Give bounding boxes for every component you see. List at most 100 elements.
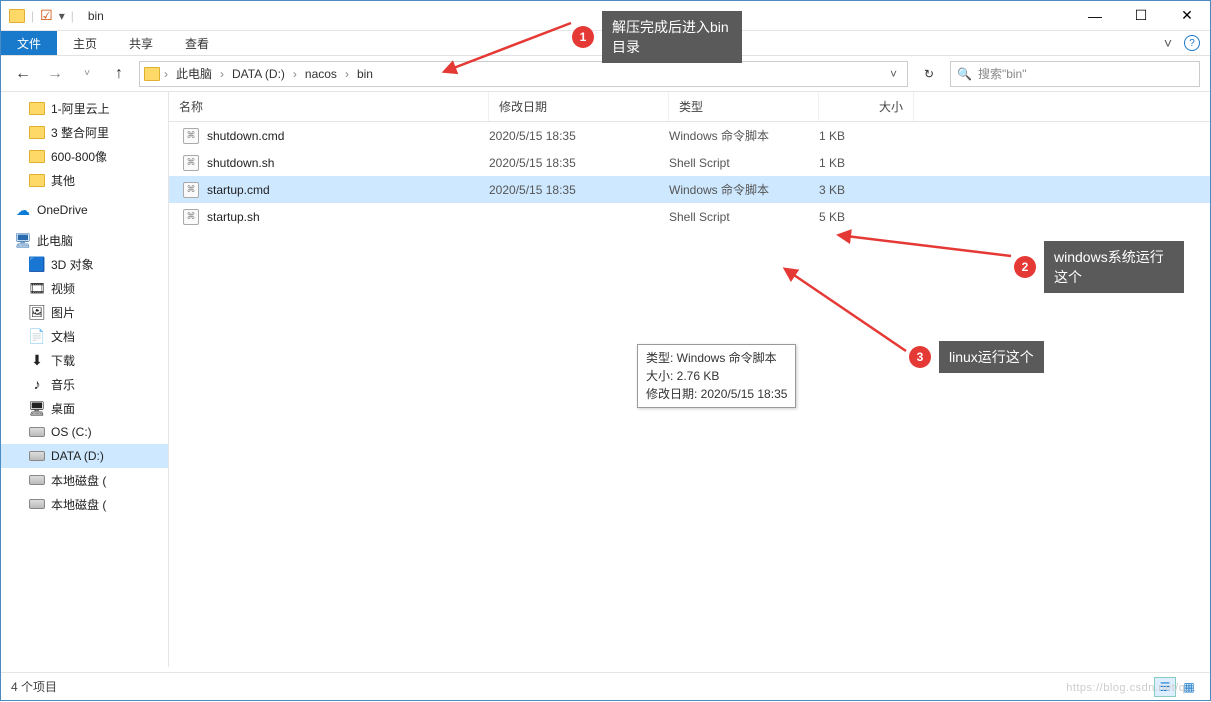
annotation-label: linux运行这个 [939,341,1044,373]
table-row[interactable]: ⌘shutdown.cmd2020/5/15 18:35Windows 命令脚本… [169,122,1210,149]
column-type[interactable]: 类型 [669,92,819,121]
column-name[interactable]: 名称 [169,92,489,121]
search-box[interactable]: 🔍 [950,61,1200,87]
sidebar-item[interactable]: DATA (D:) [1,444,168,468]
sidebar-item[interactable]: 🖼图片 [1,300,168,324]
file-date: 2020/5/15 18:35 [489,156,669,170]
sidebar-item[interactable]: 其他 [1,168,168,192]
back-button[interactable]: ← [11,62,35,86]
sidebar-item-label: 下载 [51,352,75,369]
sidebar-item-label: OS (C:) [51,425,92,439]
file-date: 2020/5/15 18:35 [489,129,669,143]
sidebar-item[interactable]: 3 整合阿里 [1,120,168,144]
annotation-3: 3 linux运行这个 [909,341,1044,373]
file-size: 3 KB [819,183,914,197]
annotation-label: windows系统运行这个 [1044,241,1184,293]
column-headers[interactable]: 名称 修改日期 类型 大小 [169,92,1210,122]
chevron-right-icon[interactable]: › [291,67,299,81]
file-icon: ⌘ [183,209,199,225]
search-icon: 🔍 [957,67,972,81]
doc-icon: 📄 [29,328,45,344]
tab-view[interactable]: 查看 [169,31,225,55]
tab-home[interactable]: 主页 [57,31,113,55]
sidebar-item[interactable]: 🎞视频 [1,276,168,300]
drive-icon [29,475,45,485]
breadcrumb[interactable]: › 此电脑 › DATA (D:) › nacos › bin ˅ [139,61,908,87]
file-icon: ⌘ [183,155,199,171]
file-type: Windows 命令脚本 [669,127,819,144]
sidebar-item[interactable]: ⬇ 下载 [1,348,168,372]
up-button[interactable]: ↑ [107,62,131,86]
close-button[interactable]: ✕ [1164,1,1210,31]
folder-icon [144,67,160,81]
quick-access-toolbar: | ☑ ▾ | [1,7,82,24]
sidebar-item[interactable]: 本地磁盘 ( [1,468,168,492]
folder-icon [29,174,45,187]
crumb-drive[interactable]: DATA (D:) [228,65,289,83]
search-input[interactable] [978,67,1193,81]
file-size: 5 KB [819,210,914,224]
sidebar-item[interactable]: 🟦3D 对象 [1,252,168,276]
ribbon-expand-icon[interactable]: ˅ [1164,35,1172,51]
sidebar-item-thispc[interactable]: 🖥 此电脑 [1,228,168,252]
sidebar-item-label: 3D 对象 [51,256,94,273]
divider: | [71,9,74,23]
sidebar-item-label: 文档 [51,328,75,345]
annotation-1: 1 解压完成后进入bin目录 [572,11,742,63]
annotation-badge: 1 [572,26,594,48]
drive-icon [29,499,45,509]
sidebar-item-label: 3 整合阿里 [51,124,109,141]
sidebar-item-label: 600-800像 [51,148,107,165]
file-type: Windows 命令脚本 [669,181,819,198]
sidebar-item[interactable]: OS (C:) [1,420,168,444]
sidebar-item[interactable]: 🖥桌面 [1,396,168,420]
window-title: bin [82,9,104,23]
chevron-right-icon[interactable]: › [162,67,170,81]
check-icon[interactable]: ☑ [40,7,53,24]
drive-icon [29,451,45,461]
file-tab[interactable]: 文件 [1,31,57,55]
forward-button[interactable]: → [43,62,67,86]
sidebar-item[interactable]: 600-800像 [1,144,168,168]
sidebar-item[interactable]: 1-阿里云上 [1,96,168,120]
minimize-button[interactable]: — [1072,1,1118,31]
column-size[interactable]: 大小 [819,92,914,121]
status-bar: 4 个项目 ☰ ▦ [1,672,1210,700]
down-icon: ⬇ [29,352,45,368]
pic-icon: 🖼 [29,304,45,320]
crumb-thispc[interactable]: 此电脑 [172,63,216,84]
music-icon: ♪ [29,376,45,392]
file-type: Shell Script [669,156,819,170]
sidebar-item-label: 1-阿里云上 [51,100,110,117]
column-date[interactable]: 修改日期 [489,92,669,121]
chevron-right-icon[interactable]: › [218,67,226,81]
cloud-icon: ☁ [15,202,31,218]
tooltip: 类型: Windows 命令脚本 大小: 2.76 KB 修改日期: 2020/… [637,344,796,408]
navigation-pane[interactable]: 1-阿里云上3 整合阿里600-800像其他 ☁ OneDrive 🖥 此电脑 … [1,92,169,667]
qat-dropdown-icon[interactable]: ▾ [59,9,65,23]
chevron-right-icon[interactable]: › [343,67,351,81]
help-icon[interactable]: ? [1184,35,1200,51]
sidebar-item[interactable]: 本地磁盘 ( [1,492,168,516]
file-list: 名称 修改日期 类型 大小 ⌘shutdown.cmd2020/5/15 18:… [169,92,1210,667]
sidebar-item-label: 音乐 [51,376,75,393]
address-dropdown-icon[interactable]: ˅ [884,67,903,81]
sidebar-item-onedrive[interactable]: ☁ OneDrive [1,198,168,222]
table-row[interactable]: ⌘shutdown.sh2020/5/15 18:35Shell Script1… [169,149,1210,176]
sidebar-item-label: 其他 [51,172,75,189]
maximize-button[interactable]: ☐ [1118,1,1164,31]
table-row[interactable]: ⌘startup.cmd2020/5/15 18:35Windows 命令脚本3… [169,176,1210,203]
file-name: startup.sh [207,210,260,224]
sidebar-item[interactable]: 📄 文档 [1,324,168,348]
sidebar-item[interactable]: ♪ 音乐 [1,372,168,396]
desk-icon: 🖥 [29,400,45,416]
annotation-label: 解压完成后进入bin目录 [602,11,742,63]
crumb-folder[interactable]: bin [353,65,377,83]
recent-dropdown-icon[interactable]: ˅ [75,62,99,86]
crumb-folder[interactable]: nacos [301,65,341,83]
tab-share[interactable]: 共享 [113,31,169,55]
table-row[interactable]: ⌘startup.shShell Script5 KB [169,203,1210,230]
refresh-button[interactable]: ↻ [916,61,942,87]
drive-icon [29,427,45,437]
status-text: 4 个项目 [11,678,57,695]
